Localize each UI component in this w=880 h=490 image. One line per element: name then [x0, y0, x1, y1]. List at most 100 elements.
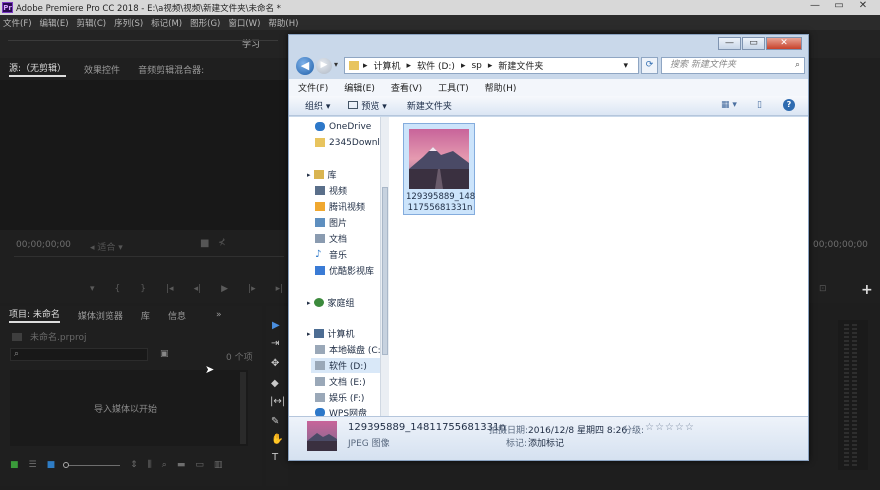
zoom-slider-handle[interactable] [63, 461, 70, 468]
new-item-icon[interactable]: ▭ [195, 460, 204, 470]
expand-icon[interactable]: ▸ [307, 299, 311, 307]
menu-marker[interactable]: 标记(M) [151, 17, 182, 29]
search-icon[interactable]: ⌕ [795, 58, 800, 73]
wrench-icon[interactable]: ⊀ [218, 238, 226, 248]
crumb-computer[interactable]: 计算机 [374, 59, 401, 72]
tab-source[interactable]: 源:（无剪辑） [9, 61, 67, 77]
menu-help[interactable]: 帮助(H) [268, 17, 298, 29]
forward-button[interactable]: ▶ [316, 58, 332, 74]
view-options-icon[interactable]: ▦ ▾ [721, 100, 737, 110]
explorer-menu-view[interactable]: 查看(V) [391, 81, 422, 94]
step-back-icon[interactable]: ◂| [194, 284, 202, 294]
tab-libraries[interactable]: 库 [141, 309, 150, 322]
nav-item-drive-f[interactable]: 娱乐 (F:) [315, 390, 364, 405]
find-icon[interactable]: ⌕ [162, 460, 167, 470]
back-button[interactable]: ◀ [296, 57, 314, 75]
preview-button[interactable]: 预览 ▾ [348, 99, 387, 112]
recent-pages-icon[interactable]: ▾ [334, 60, 338, 69]
source-fit-dropdown[interactable]: ◂ 适合 ▾ [90, 240, 123, 253]
tab-project[interactable]: 项目: 未命名 [9, 307, 60, 323]
tab-media-browser[interactable]: 媒体浏览器 [78, 309, 123, 322]
automate-icon[interactable]: ⫼ [148, 460, 152, 470]
project-search-input[interactable]: ⌕ [10, 348, 148, 361]
search-input[interactable]: 搜索 新建文件夹 ⌕ [661, 57, 805, 74]
step-forward-icon[interactable]: |▸ [248, 284, 256, 294]
nav-item-library[interactable]: ▸ 库 [307, 167, 337, 182]
tab-audio-mixer[interactable]: 音频剪辑混合器: [138, 63, 204, 76]
zoom-slider[interactable] [63, 461, 121, 468]
razor-tool-icon[interactable]: ◆ [271, 378, 279, 389]
trash-icon[interactable]: ▥ [214, 460, 223, 470]
address-bar[interactable]: ▸ 计算机 ▸ 软件 (D:) ▸ sp ▸ 新建文件夹 ▾ [344, 57, 639, 74]
panel-more-icon[interactable]: » [216, 310, 222, 320]
go-to-in-icon[interactable]: |◂ [166, 284, 174, 294]
icon-view-icon[interactable]: ■ [47, 460, 56, 470]
maximize-icon[interactable]: ▭ [828, 0, 850, 11]
file-item[interactable]: 129395889_148 11755681331n [403, 123, 475, 215]
nav-item-tencent[interactable]: 腾讯视频 [315, 199, 365, 214]
nav-scrollbar[interactable] [380, 117, 389, 416]
nav-item-pictures[interactable]: 图片 [315, 215, 347, 230]
mark-out-icon[interactable]: { [115, 284, 121, 294]
pen-tool-icon[interactable]: ✎ [271, 416, 279, 427]
nav-item-drive-c[interactable]: 本地磁盘 (C:) [315, 342, 384, 357]
new-bin-icon[interactable]: ▣ [160, 349, 169, 359]
hand-tool-icon[interactable]: ✋ [271, 434, 283, 445]
nav-item-music[interactable]: ♪ 音乐 [315, 247, 347, 262]
minimize-icon[interactable]: — [804, 0, 826, 11]
tags-value[interactable]: 添加标记 [528, 436, 564, 449]
mark-in-icon[interactable]: ▾ [90, 284, 95, 294]
menu-edit[interactable]: 编辑(E) [40, 17, 69, 29]
refresh-button[interactable]: ⟳ [641, 57, 658, 74]
explorer-menu-file[interactable]: 文件(F) [298, 81, 328, 94]
nav-item-download[interactable]: 2345Downlo [315, 135, 385, 150]
help-icon[interactable]: ? [783, 99, 795, 111]
new-folder-icon[interactable]: ▬ [177, 460, 186, 470]
nav-item-documents[interactable]: 文档 [315, 231, 347, 246]
address-dropdown-icon[interactable]: ▾ [623, 61, 628, 71]
project-media-area[interactable]: 导入媒体以开始 [10, 370, 248, 446]
rating-stars[interactable]: ☆☆☆☆☆ [645, 422, 695, 433]
menu-file[interactable]: 文件(F) [3, 17, 32, 29]
crumb-sp[interactable]: sp [471, 61, 481, 71]
nav-item-onedrive[interactable]: OneDrive [315, 119, 371, 134]
settings-icon[interactable]: ■ [200, 238, 209, 249]
nav-item-youku[interactable]: 优酷影视库 [315, 263, 374, 278]
menu-clip[interactable]: 剪辑(C) [77, 17, 107, 29]
nav-item-homegroup[interactable]: ▸ 家庭组 [307, 295, 355, 310]
close-icon[interactable]: ✕ [852, 0, 874, 11]
crumb-new-folder[interactable]: 新建文件夹 [498, 59, 543, 72]
slip-tool-icon[interactable]: |↔| [270, 396, 285, 407]
list-view-icon[interactable]: ☰ [29, 460, 37, 470]
new-folder-button[interactable]: 新建文件夹 [407, 99, 452, 112]
crumb-drive-d[interactable]: 软件 (D:) [417, 59, 455, 72]
sort-icon[interactable]: ⇕ [130, 460, 138, 470]
menu-window[interactable]: 窗口(W) [228, 17, 260, 29]
in-point-icon[interactable]: } [140, 284, 146, 294]
track-select-icon[interactable]: ⇥ [271, 338, 279, 349]
explorer-minimize-button[interactable]: — [718, 37, 741, 50]
nav-item-drive-d[interactable]: 软件 (D:) [311, 358, 381, 373]
nav-item-computer[interactable]: ▸ 计算机 [307, 326, 355, 341]
nav-scrollbar-thumb[interactable] [382, 187, 388, 355]
selection-tool-icon[interactable]: ▶ [272, 320, 280, 331]
expand-icon[interactable]: ▸ [307, 171, 311, 179]
expand-icon[interactable]: ▸ [307, 330, 311, 338]
ripple-edit-icon[interactable]: ✥ [271, 358, 279, 369]
lock-icon[interactable]: ■ [10, 460, 19, 470]
organize-button[interactable]: 组织 ▾ [305, 99, 330, 112]
nav-item-drive-e[interactable]: 文档 (E:) [315, 374, 366, 389]
play-icon[interactable]: ▶ [221, 284, 228, 294]
explorer-maximize-button[interactable]: ▭ [742, 37, 765, 50]
menu-sequence[interactable]: 序列(S) [114, 17, 143, 29]
menu-graphics[interactable]: 图形(G) [190, 17, 220, 29]
go-to-out-icon[interactable]: ▸| [276, 284, 284, 294]
export-frame-icon[interactable]: ⊡ [819, 284, 827, 294]
type-tool-icon[interactable]: T [272, 452, 278, 463]
tab-info[interactable]: 信息 [168, 309, 186, 322]
explorer-menu-help[interactable]: 帮助(H) [485, 81, 517, 94]
add-button[interactable]: + [861, 282, 873, 298]
explorer-menu-edit[interactable]: 编辑(E) [344, 81, 375, 94]
project-scrollbar[interactable] [240, 372, 246, 444]
nav-item-videos[interactable]: 视频 [315, 183, 347, 198]
